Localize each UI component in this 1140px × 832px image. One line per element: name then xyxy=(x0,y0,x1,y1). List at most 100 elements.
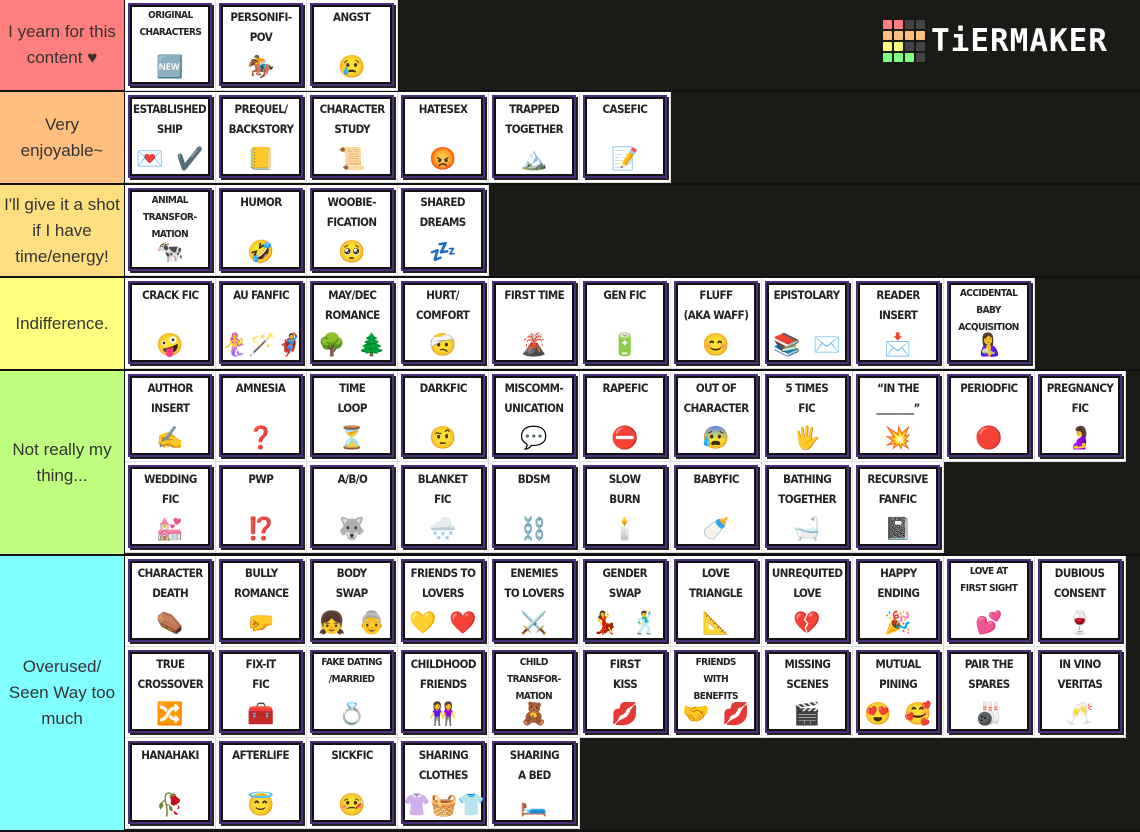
tier-item-card[interactable]: CHILDHOOD FRIENDS 👭 xyxy=(398,647,489,738)
card-title: CHARACTER STUDY xyxy=(319,102,385,136)
tier-item-card[interactable]: AU FANFIC 🧜‍♀️ 🪄 🦸 xyxy=(216,278,307,369)
card-frame: CHARACTER DEATH ⚰️ xyxy=(128,559,212,642)
tier-item-card[interactable]: CHILD TRANSFOR- MATION 🧸 xyxy=(489,647,580,738)
emoji-icon: 🌋 xyxy=(520,332,548,357)
tier-item-card[interactable]: RECURSIVE FANFIC 📓 xyxy=(853,462,944,553)
emoji-icon: 💋 xyxy=(722,701,750,726)
tier-item-card[interactable]: FLUFF (AKA WAFF) 😊 xyxy=(671,278,762,369)
tier-item-card[interactable]: PREGNANCY FIC 🤰 xyxy=(1035,371,1126,462)
tier-item-card[interactable]: ESTABLISHED SHIP 💌 ✔️ xyxy=(125,92,216,183)
tier-item-card[interactable]: AUTHOR INSERT ✍️ xyxy=(125,371,216,462)
tier-item-card[interactable]: BABYFIC 🍼 xyxy=(671,462,762,553)
tier-item-card[interactable]: DARKFIC 🤨 xyxy=(398,371,489,462)
tier-item-card[interactable]: BODY SWAP 👧 👵 xyxy=(307,556,398,647)
tier-item-card[interactable]: ENEMIES TO LOVERS ⚔️ xyxy=(489,556,580,647)
tier-item-card[interactable]: ANGST 😢 xyxy=(307,0,398,91)
tier-item-card[interactable]: EPISTOLARY 📚 ✉️ xyxy=(762,278,853,369)
tier-label[interactable]: I'll give it a shot if I have time/energ… xyxy=(0,185,125,276)
tier-item-card[interactable]: ACCIDENTAL BABY ACQUISITION 🤱 xyxy=(944,278,1035,369)
tier-item-card[interactable]: FIRST TIME 🌋 xyxy=(489,278,580,369)
tier-item-card[interactable]: A/B/O 🐺 xyxy=(307,462,398,553)
tier-item-card[interactable]: HUMOR 🤣 xyxy=(216,185,307,276)
tier-item-card[interactable]: HAPPY ENDING 🎉 xyxy=(853,556,944,647)
tier-item-card[interactable]: FRIENDS WITH BENEFITS 🤝 💋 xyxy=(671,647,762,738)
tier-item-card[interactable]: ORIGINAL CHARACTERS 🆕 xyxy=(125,0,216,91)
tier-item-card[interactable]: GENDER SWAP 💃 🕺 xyxy=(580,556,671,647)
tier-item-card[interactable]: TRUE CROSSOVER 🔀 xyxy=(125,647,216,738)
tier-item-card[interactable]: CASEFIC 📝 xyxy=(580,92,671,183)
tier-item-card[interactable]: FRIENDS TO LOVERS 💛 ❤️ xyxy=(398,556,489,647)
card-title: BDSM xyxy=(517,472,551,486)
card-title: TRAPPED TOGETHER xyxy=(505,102,563,136)
tier-item-card[interactable]: SHARING A BED 🛏️ xyxy=(489,738,580,829)
tier-item-card[interactable]: AFTERLIFE 😇 xyxy=(216,738,307,829)
tier-label[interactable]: Indifference. xyxy=(0,278,125,369)
tier-item-card[interactable]: ANIMAL TRANSFOR- MATION 🐄 xyxy=(125,185,216,276)
tier-item-card[interactable]: TRAPPED TOGETHER 🏔️ xyxy=(489,92,580,183)
tier-item-card[interactable]: DUBIOUS CONSENT 🍷 xyxy=(1035,556,1126,647)
tier-item-card[interactable]: CHARACTER STUDY 📜 xyxy=(307,92,398,183)
tier-item-card[interactable]: HURT/ COMFORT 🤕 xyxy=(398,278,489,369)
card-emoji-row: ⏳ xyxy=(312,426,392,450)
tier-item-card[interactable]: FIX-IT FIC 🧰 xyxy=(216,647,307,738)
tier-item-card[interactable]: MISCOMM- UNICATION 💬 xyxy=(489,371,580,462)
tier-item-card[interactable]: LOVE AT FIRST SIGHT 💕 xyxy=(944,556,1035,647)
tier-item-card[interactable]: MUTUAL PINING 😍 🥰 xyxy=(853,647,944,738)
tier-item-card[interactable]: MAY/DEC ROMANCE 🌳 🌲 xyxy=(307,278,398,369)
emoji-icon: 🎉 xyxy=(884,610,912,635)
tier-item-card[interactable]: CHARACTER DEATH ⚰️ xyxy=(125,556,216,647)
emoji-icon: 🎳 xyxy=(975,701,1003,726)
tier-item-card[interactable]: IN VINO VERITAS 🥂 xyxy=(1035,647,1126,738)
tier-item-card[interactable]: PERSONIFI- POV 🏇 xyxy=(216,0,307,91)
tier-label[interactable]: Overused/ Seen Way too much xyxy=(0,556,125,830)
tier-item-card[interactable]: UNREQUITED LOVE 💔 xyxy=(762,556,853,647)
card-frame: ANIMAL TRANSFOR- MATION 🐄 xyxy=(128,188,212,271)
tier-item-card[interactable]: AMNESIA ❓ xyxy=(216,371,307,462)
tier-item-card[interactable]: BULLY ROMANCE 🤛 xyxy=(216,556,307,647)
tier-item-card[interactable]: SICKFIC 🤒 xyxy=(307,738,398,829)
tier-item-card[interactable]: 5 TIMES FIC 🖐️ xyxy=(762,371,853,462)
tier-item-card[interactable]: OUT OF CHARACTER 😰 xyxy=(671,371,762,462)
tier-item-card[interactable]: MISSING SCENES 🎬 xyxy=(762,647,853,738)
tier-item-card[interactable]: SHARED DREAMS 💤 xyxy=(398,185,489,276)
tier-label[interactable]: I yearn for this content ♥ xyxy=(0,0,125,90)
tier-item-card[interactable]: WEDDING FIC 💒 xyxy=(125,462,216,553)
tier-item-card[interactable]: TIME LOOP ⏳ xyxy=(307,371,398,462)
tier-items: ESTABLISHED SHIP 💌 ✔️ PREQUEL/ BACKSTORY 📒 CH… xyxy=(125,92,1140,183)
tier-item-card[interactable]: “IN THE ________” 💥 xyxy=(853,371,944,462)
tier-item-card[interactable]: SHARING CLOTHES 👚 🧺 👕 xyxy=(398,738,489,829)
tier-item-card[interactable]: BLANKET FIC 🌨️ xyxy=(398,462,489,553)
tier-item-card[interactable]: WOOBIE- FICATION 🥺 xyxy=(307,185,398,276)
card-frame: HUMOR 🤣 xyxy=(219,188,303,271)
tier-item-card[interactable]: HANAHAKI 🥀 xyxy=(125,738,216,829)
emoji-icon: 🧰 xyxy=(247,701,275,726)
card-title: TRUE CROSSOVER xyxy=(137,657,203,691)
card-frame: TRUE CROSSOVER 🔀 xyxy=(128,650,212,733)
card-frame: ENEMIES TO LOVERS ⚔️ xyxy=(492,559,576,642)
tier-item-card[interactable]: HATESEX 😡 xyxy=(398,92,489,183)
tier-item-card[interactable]: PAIR THE SPARES 🎳 xyxy=(944,647,1035,738)
emoji-icon: 🔋 xyxy=(611,332,639,357)
tier-item-card[interactable]: SLOW BURN 🕯️ xyxy=(580,462,671,553)
tier-item-card[interactable]: PERIODFIC 🔴 xyxy=(944,371,1035,462)
tier-label[interactable]: Very enjoyable~ xyxy=(0,92,125,183)
card-title: BLANKET FIC xyxy=(418,472,468,506)
card-emoji-row: 🔀 xyxy=(130,702,210,726)
card-frame: BABYFIC 🍼 xyxy=(674,465,758,548)
tier-item-card[interactable]: LOVE TRIANGLE 📐 xyxy=(671,556,762,647)
card-emoji-row: 🌳 🌲 xyxy=(312,333,392,357)
tier-item-card[interactable]: BATHING TOGETHER 🛁 xyxy=(762,462,853,553)
tier-label[interactable]: Not really my thing... xyxy=(0,371,125,554)
tier-item-card[interactable]: PREQUEL/ BACKSTORY 📒 xyxy=(216,92,307,183)
tier-item-card[interactable]: RAPEFIC ⛔ xyxy=(580,371,671,462)
card-title: WEDDING FIC xyxy=(143,472,197,506)
card-frame: SHARING CLOTHES 👚 🧺 👕 xyxy=(401,741,485,824)
tier-item-card[interactable]: BDSM ⛓️ xyxy=(489,462,580,553)
tier-item-card[interactable]: GEN FIC 🔋 xyxy=(580,278,671,369)
tier-item-card[interactable]: CRACK FIC 🤪 xyxy=(125,278,216,369)
tier-item-card[interactable]: READER INSERT 📩 xyxy=(853,278,944,369)
tier-item-card[interactable]: PWP ⁉️ xyxy=(216,462,307,553)
tier-item-card[interactable]: FIRST KISS 💋 xyxy=(580,647,671,738)
tier-item-card[interactable]: FAKE DATING /MARRIED 💍 xyxy=(307,647,398,738)
card-title: SLOW BURN xyxy=(609,472,641,506)
